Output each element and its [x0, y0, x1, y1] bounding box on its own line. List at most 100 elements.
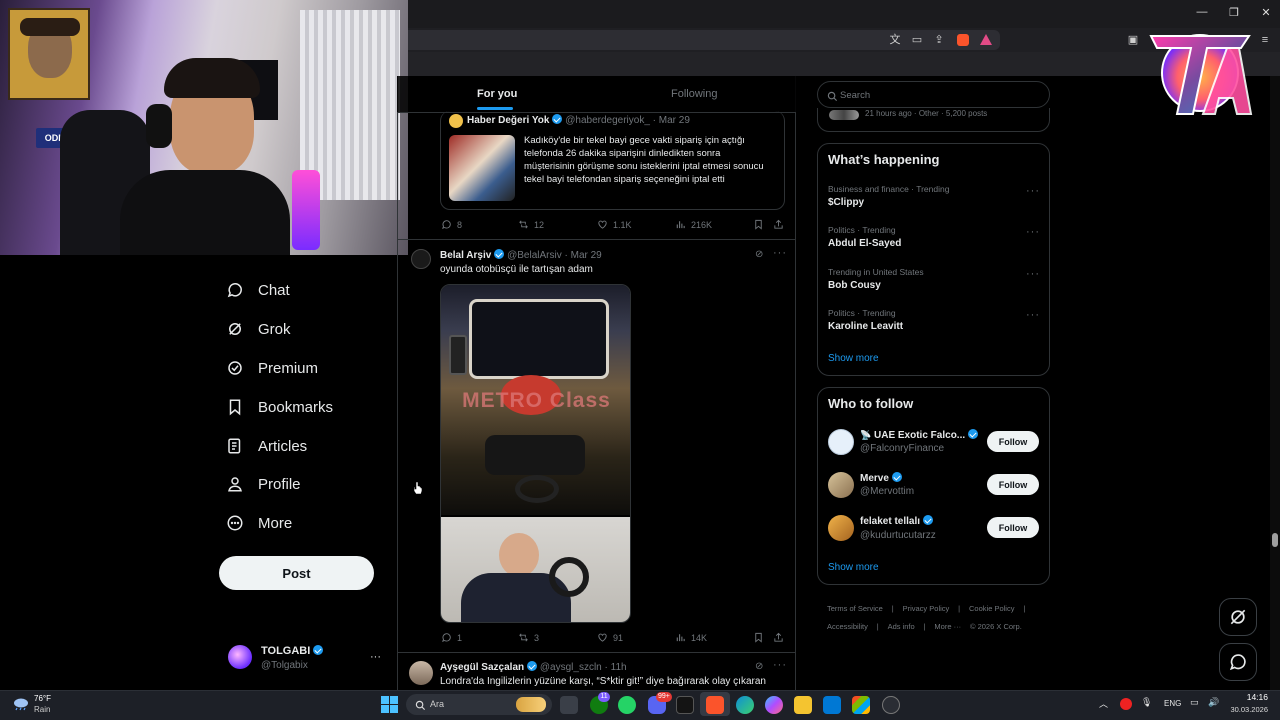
app-icon[interactable] — [676, 696, 694, 714]
show-more-link[interactable]: Show more — [828, 562, 879, 573]
nav-more[interactable]: More — [226, 508, 292, 538]
grok-icon[interactable]: ⊘ — [755, 249, 763, 260]
close-icon[interactable]: ✕ — [1256, 6, 1276, 19]
nav-bookmarks[interactable]: Bookmarks — [226, 392, 333, 422]
edge-icon[interactable] — [736, 696, 754, 714]
cast-icon[interactable]: ▭ — [910, 33, 924, 47]
share-button[interactable] — [773, 219, 784, 230]
brave-browser-icon[interactable] — [706, 696, 724, 714]
sidebar-toggle-icon[interactable]: ▣ — [1126, 33, 1140, 47]
network-icon[interactable]: ▭ — [1190, 697, 1199, 708]
bookmark-button[interactable] — [753, 632, 764, 643]
trend-more-icon[interactable]: ··· — [1026, 226, 1040, 238]
task-view-icon[interactable] — [560, 696, 578, 714]
account-more-icon[interactable]: ··· — [370, 651, 381, 663]
windows-start-icon[interactable] — [381, 696, 398, 713]
reply-button[interactable]: 1 — [441, 632, 462, 643]
show-more-link[interactable]: Show more — [828, 353, 879, 364]
clock-time[interactable]: 14:16 — [1230, 692, 1268, 702]
tray-expand-icon[interactable]: ︿ — [1099, 697, 1108, 710]
tray-app-icon[interactable] — [1120, 698, 1132, 710]
trend-more-icon[interactable]: ··· — [1026, 309, 1040, 321]
post-button[interactable]: Post — [219, 556, 374, 590]
microphone-icon[interactable]: 🎙 — [1141, 697, 1152, 708]
tweet-more-icon[interactable]: ··· — [773, 247, 787, 259]
trend-item[interactable]: Politics · Trending Karoline Leavitt — [828, 308, 903, 332]
store-icon[interactable] — [852, 696, 870, 714]
wtf-name[interactable]: Merve — [860, 472, 902, 484]
avatar-group — [829, 110, 859, 120]
follow-button[interactable]: Follow — [987, 431, 1039, 452]
share-button[interactable] — [773, 632, 784, 643]
follow-button[interactable]: Follow — [987, 517, 1039, 538]
bookmark-button[interactable] — [753, 219, 764, 230]
wtf-name[interactable]: 📡 UAE Exotic Falco... — [860, 429, 979, 441]
scrollbar[interactable] — [1270, 76, 1280, 690]
nav-chat[interactable]: Chat — [226, 275, 290, 305]
weather-rain-icon[interactable] — [12, 697, 30, 711]
menu-icon[interactable]: ≡ — [1258, 33, 1272, 47]
share-icon[interactable]: ⇪ — [932, 33, 946, 47]
wtf-name[interactable]: felaket tellalı — [860, 515, 934, 527]
account-avatar[interactable] — [228, 645, 252, 669]
weather-temp[interactable]: 76°F — [34, 694, 51, 703]
grok-icon[interactable]: ⊘ — [755, 661, 763, 672]
chat-icon — [226, 281, 244, 299]
like-button[interactable]: 91 — [597, 632, 623, 643]
avatar[interactable] — [411, 249, 431, 269]
quoted-tweet-image[interactable] — [449, 135, 515, 201]
nav-profile[interactable]: Profile — [226, 469, 301, 499]
repost-button[interactable]: 12 — [518, 219, 544, 230]
volume-icon[interactable]: 🔊 — [1208, 697, 1219, 708]
avatar[interactable] — [828, 472, 854, 498]
who-to-follow-title: Who to follow — [828, 396, 914, 411]
nav-premium[interactable]: Premium — [226, 353, 318, 383]
minimize-icon[interactable]: — — [1192, 6, 1212, 18]
messages-float-button[interactable] — [1219, 643, 1257, 681]
taskbar — [0, 690, 1280, 720]
brave-shield-icon[interactable] — [957, 34, 969, 46]
nav-articles[interactable]: Articles — [226, 431, 307, 461]
brave-rewards-icon[interactable] — [980, 34, 992, 45]
like-button[interactable]: 1.1K — [597, 219, 632, 230]
account-name[interactable]: TOLGABI — [261, 645, 324, 657]
trend-more-icon[interactable]: ··· — [1026, 268, 1040, 280]
wall-painting — [8, 8, 90, 100]
avatar — [449, 114, 463, 128]
avatar[interactable] — [828, 515, 854, 541]
weather-desc[interactable]: Rain — [34, 705, 50, 714]
tab-for-you[interactable]: For you — [477, 88, 517, 100]
views-button[interactable]: 14K — [675, 632, 707, 643]
tweet-header: Belal Arşiv @BelalArsiv · Mar 29 — [440, 249, 602, 261]
trend-item[interactable]: Business and finance · Trending $Clippy — [828, 184, 949, 208]
views-button[interactable]: 216K — [675, 219, 712, 230]
avatar[interactable] — [828, 429, 854, 455]
wtf-handle: @Mervottim — [860, 486, 915, 497]
repost-button[interactable]: 3 — [518, 632, 539, 643]
reply-button[interactable]: 8 — [441, 219, 462, 230]
obs-icon[interactable] — [882, 696, 900, 714]
avatar[interactable] — [409, 661, 433, 685]
trend-item[interactable]: Politics · Trending Abdul El-Sayed — [828, 225, 901, 249]
tweet-more-icon[interactable]: ··· — [773, 659, 787, 671]
trend-item[interactable]: Trending in United States Bob Cousy — [828, 267, 924, 291]
copilot-icon[interactable] — [765, 696, 783, 714]
trend-more-icon[interactable]: ··· — [1026, 185, 1040, 197]
heart-icon — [598, 220, 607, 229]
nav-label: Grok — [258, 320, 291, 338]
clock-date[interactable]: 30.03.2026 — [1224, 705, 1268, 714]
whatsapp-icon[interactable] — [618, 696, 636, 714]
tab-following[interactable]: Following — [671, 88, 717, 100]
search-input[interactable]: Search — [817, 81, 1050, 108]
outlook-icon[interactable] — [823, 696, 841, 714]
language-indicator[interactable]: ENG — [1164, 699, 1181, 708]
quoted-tweet-text: Kadıköy'de bir tekel bayi gece vakti sip… — [524, 135, 764, 185]
nav-grok[interactable]: Grok — [226, 314, 291, 344]
taskbar-search-input[interactable]: Ara — [406, 694, 552, 715]
scrollbar-thumb[interactable] — [1272, 533, 1278, 547]
follow-button[interactable]: Follow — [987, 474, 1039, 495]
grok-float-button[interactable] — [1219, 598, 1257, 636]
file-explorer-icon[interactable] — [794, 696, 812, 714]
translate-icon[interactable]: ⽂ — [888, 33, 902, 47]
tweet-video[interactable]: METRO Class — [440, 284, 631, 623]
